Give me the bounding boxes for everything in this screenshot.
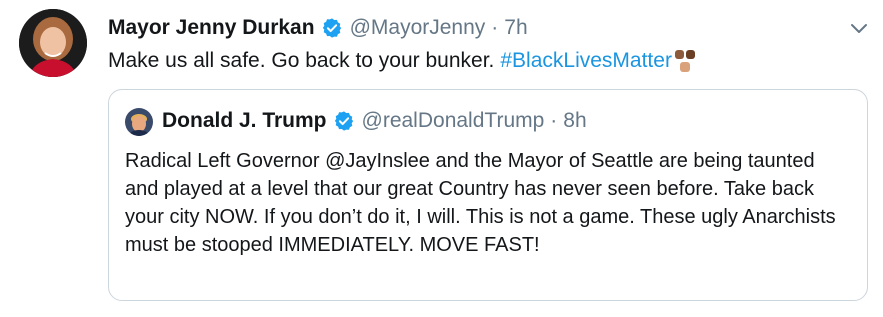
tweet-time[interactable]: 7h [504, 16, 527, 40]
quoted-tweet[interactable]: Donald J. Trump @realDonaldTrump · 8h Ra… [108, 89, 868, 301]
tweet-text: Make us all safe. Go back to your bunker… [108, 46, 696, 76]
separator-dot: · [550, 109, 558, 132]
tweet-header: Mayor Jenny Durkan @MayorJenny · 7h [108, 13, 528, 43]
quoted-tweet-header: Donald J. Trump @realDonaldTrump · 8h [162, 106, 587, 136]
verified-badge-icon [322, 18, 341, 38]
raised-fists-emoji-icon [674, 50, 695, 72]
quoted-tweet-text: Radical Left Governor @JayInslee and the… [125, 150, 836, 256]
author-handle[interactable]: @MayorJenny [350, 16, 486, 40]
author-name[interactable]: Mayor Jenny Durkan [108, 16, 315, 40]
quoted-author-avatar-image [125, 108, 153, 136]
tweet: Mayor Jenny Durkan @MayorJenny · 7h Make… [0, 0, 883, 317]
hashtag-link[interactable]: #BlackLivesMatter [500, 49, 672, 73]
quoted-author-avatar[interactable] [125, 108, 153, 136]
separator-dot: · [491, 16, 499, 39]
author-avatar-image [19, 9, 87, 77]
quoted-author-name[interactable]: Donald J. Trump [162, 109, 327, 133]
chevron-down-icon[interactable] [848, 17, 870, 39]
quoted-author-handle[interactable]: @realDonaldTrump [362, 109, 545, 133]
author-avatar[interactable] [19, 9, 87, 77]
verified-badge-icon [334, 111, 353, 131]
quoted-tweet-time[interactable]: 8h [563, 109, 586, 133]
tweet-text-body: Make us all safe. Go back to your bunker… [108, 49, 495, 72]
